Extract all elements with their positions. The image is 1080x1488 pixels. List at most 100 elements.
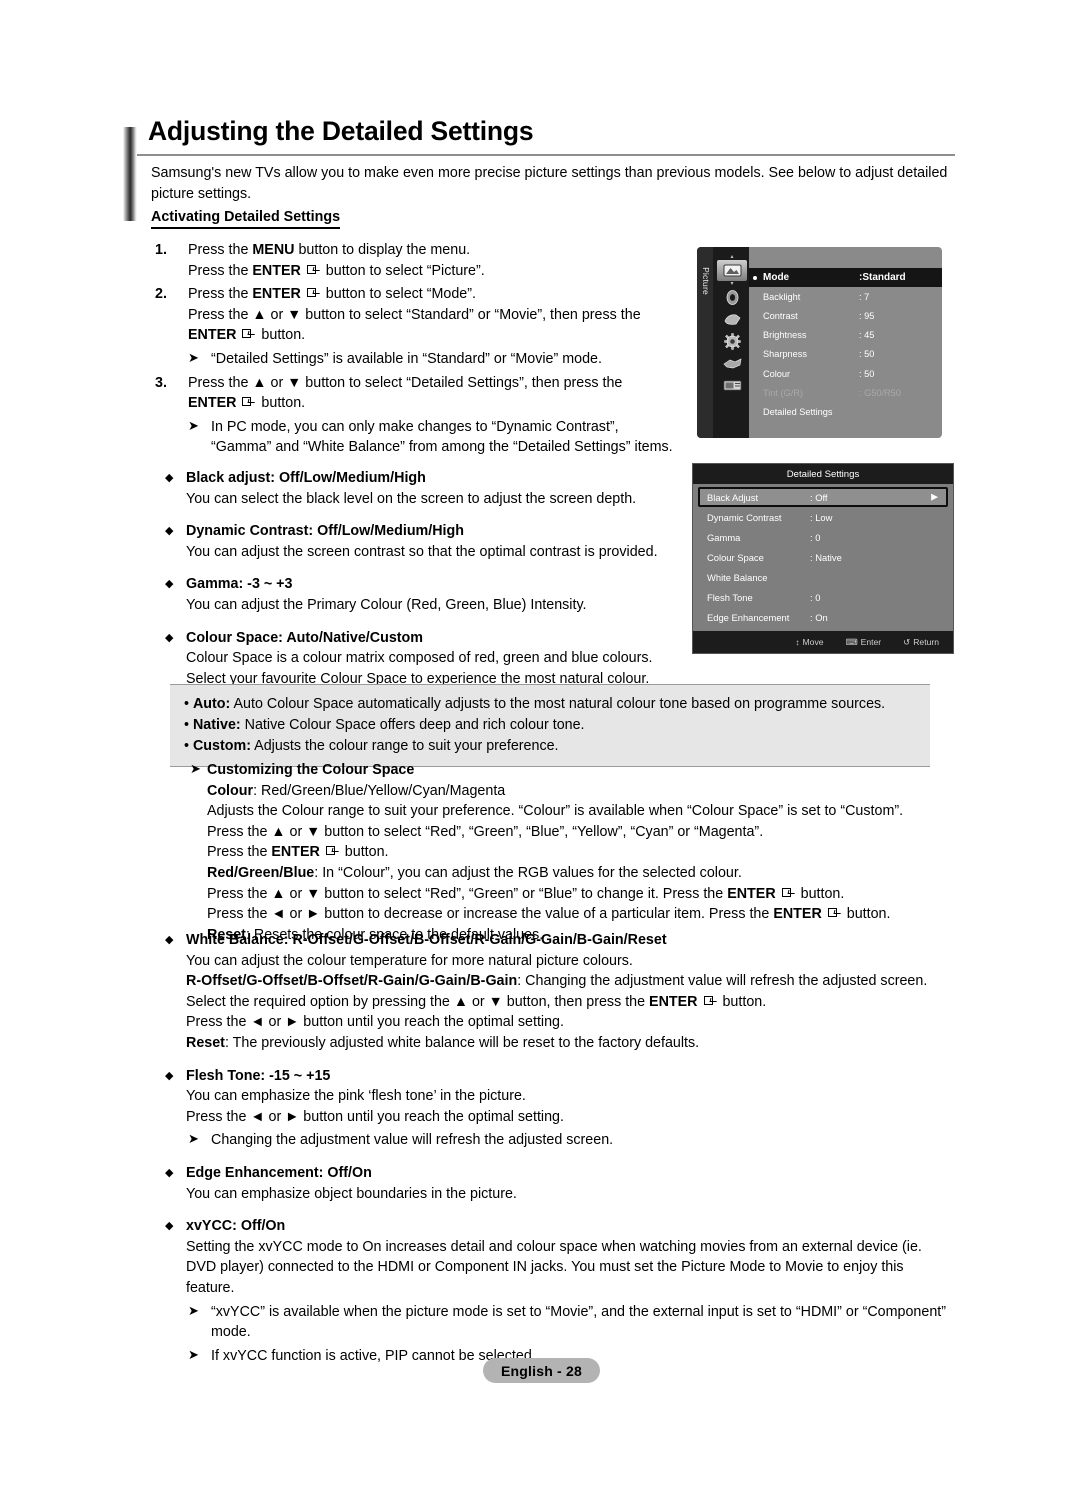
osd-row-value: : On (810, 611, 828, 623)
diamond-bullet-icon: ◆ (165, 1069, 174, 1082)
step-item: 1. Press the MENU button to display the m… (151, 240, 696, 281)
custom-block-line: Press the ▲ or ▼ button to select “Red”,… (207, 884, 950, 905)
osd-picture-row[interactable]: Detailed Settings (749, 402, 942, 421)
osd-hint-label: Enter (860, 637, 882, 647)
osd-detailed-row[interactable]: Edge Enhancement: On (698, 607, 948, 627)
osd-detailed-settings: Detailed Settings Black Adjust: Off ▶ Dyna… (692, 463, 954, 654)
note-text: “Detailed Settings” is available in “Sta… (211, 350, 602, 367)
sound-icon[interactable] (717, 287, 747, 308)
bullet-section: ◆ Flesh Tone: -15 ~ +15 You can emphasize … (151, 1066, 951, 1151)
osd-picture-row[interactable]: Mode:Standard (749, 268, 942, 288)
osd-picture-row[interactable]: Sharpness : 50 (749, 345, 942, 364)
diamond-bullet-icon: ◆ (165, 934, 174, 946)
bullet-body-line: DVD player) connected to the HDMI or Com… (186, 1259, 904, 1276)
bullet-heading: xvYCC: Off/On (186, 1218, 286, 1235)
bullet-body-line: R-Offset/G-Offset/B-Offset/R-Gain/G-Gain… (186, 973, 928, 990)
note-text: “xvYCC” is available when the picture mo… (211, 1303, 946, 1341)
osd-detailed-row[interactable]: Dynamic Contrast: Low (698, 507, 948, 527)
osd-detailed-row[interactable]: Black Adjust: Off ▶ (698, 487, 948, 507)
osd-picture-row[interactable]: Contrast: 95 (749, 306, 942, 325)
step-item: 3. Press the ▲ or ▼ button to select “Det… (151, 373, 696, 414)
osd-detailed-row[interactable]: Colour Space: Native (698, 547, 948, 567)
osd-row-value: : Off (810, 491, 828, 503)
bullet-body-line: Reset: The previously adjusted white bal… (186, 1034, 700, 1051)
step-note: ➤ In PC mode, you can only make changes t… (151, 417, 696, 458)
osd-row-label: Tint (G/R) (763, 387, 803, 398)
callout-term: Auto: (192, 696, 231, 712)
custom-line-text: Adjusts the Colour range to suit your pr… (207, 803, 904, 820)
custom-line-text: : Red/Green/Blue/Yellow/Cyan/Magenta (253, 782, 506, 799)
enter-button-icon (703, 995, 717, 1007)
bullet-note: ➤ Changing the adjustment value will refr… (151, 1130, 951, 1151)
setup-icon[interactable] (717, 331, 747, 352)
osd-row-value: : 50 (859, 349, 875, 360)
bullet-note: ➤ “xvYCC” is available when the picture m… (151, 1302, 951, 1343)
osd-picture-row[interactable]: Colour: 50 (749, 364, 942, 383)
osd-row-label: Colour (763, 368, 791, 379)
osd-row-label: Mode (763, 272, 790, 284)
osd-picture-row[interactable]: Tint (G/R): G50/R50 (749, 383, 942, 402)
step-line: Press the ENTER button to select “Mode”. (188, 286, 476, 303)
step-item: 2. Press the ENTER button to select “Mode… (151, 284, 696, 346)
enter-button-icon (827, 908, 841, 919)
diamond-bullet-icon: ◆ (165, 578, 174, 591)
move-icon: ↕ (795, 637, 800, 647)
osd-detailed-row[interactable]: Flesh Tone: 0 (698, 587, 948, 607)
note-text: “Gamma” and “White Balance” from among t… (211, 439, 673, 456)
channel-icon[interactable] (717, 309, 747, 330)
enter-button-icon (781, 887, 795, 899)
custom-block-line: Red/Green/Blue: In “Colour”, you can adj… (207, 863, 950, 884)
osd-row-value: : 95 (859, 310, 875, 321)
note-text: Changing the adjustment value will refre… (211, 1132, 614, 1149)
callout-term: Custom: (192, 738, 251, 754)
input-icon[interactable] (717, 353, 747, 374)
osd-row-label: Brightness (763, 330, 807, 341)
osd-picture-row[interactable]: Backlight: 7 (749, 287, 942, 306)
osd-row-label: Sharpness (763, 349, 807, 360)
media-icon[interactable] (717, 375, 747, 396)
step-line: ENTER button. (188, 395, 306, 412)
title-divider (137, 154, 955, 156)
bullet-body-line: You can emphasize object boundaries in t… (186, 1185, 517, 1202)
customizing-colour-space-block: ➤ Customizing the Colour Space Colour: R… (190, 760, 950, 945)
custom-block-line: Press the ENTER button. (207, 842, 950, 863)
page-title: Adjusting the Detailed Settings (148, 116, 534, 146)
osd-picture-row[interactable]: Brightness: 45 (749, 326, 942, 345)
enter-button-icon (325, 846, 339, 857)
osd-row-label: Backlight (763, 291, 801, 302)
colour-space-callout: • Auto: Auto Colour Space automatically … (170, 684, 930, 767)
osd-hint-label: Return (913, 637, 939, 647)
osd-icon-column: ▴ ▾ (715, 254, 749, 397)
page-footer-badge: English - 28 (483, 1358, 600, 1383)
note-arrow-icon: ➤ (188, 1131, 199, 1147)
step-number: 1. (155, 242, 167, 258)
callout-bullet-icon: • (184, 696, 193, 712)
intro-paragraph: Samsung's new TVs allow you to make even… (151, 165, 948, 202)
callout-line: • Custom: Adjusts the colour range to su… (184, 736, 916, 757)
osd-detailed-row[interactable]: Gamma: 0 (698, 527, 948, 547)
osd-detailed-row[interactable]: White Balance (698, 567, 948, 587)
osd-row-label: White Balance (707, 571, 768, 583)
osd-picture-rows: Mode:Standard Backlight: 7 Contrast: 95 Bri… (749, 247, 942, 438)
diamond-bullet-icon: ◆ (165, 1220, 174, 1233)
osd-hint-item: ↺ Return (903, 637, 939, 647)
step-number: 3. (155, 374, 167, 391)
bullet-section: ◆ xvYCC: Off/On Setting the xvYCC mode to … (151, 1216, 951, 1366)
callout-text: Adjusts the colour range to suit your pr… (250, 738, 559, 754)
osd-detailed-bottom-bar: ↕ Move ⌨ Enter ↺ Return (693, 631, 953, 653)
bullet-heading: Edge Enhancement: Off/On (186, 1164, 372, 1181)
custom-block-line: Press the ▲ or ▼ button to select “Red”,… (207, 822, 950, 843)
picture-icon[interactable] (717, 260, 747, 281)
custom-block-heading: Customizing the Colour Space (207, 762, 415, 778)
header-accent-bar (123, 127, 137, 221)
diamond-bullet-icon: ◆ (165, 525, 174, 538)
custom-block-lines: Colour: Red/Green/Blue/Yellow/Cyan/Magen… (207, 781, 950, 946)
custom-line-term: Red/Green/Blue (207, 864, 315, 881)
step-line: Press the ▲ or ▼ button to select “Detai… (188, 374, 623, 391)
step-note: ➤ “Detailed Settings” is available in “St… (151, 349, 696, 370)
diamond-bullet-icon: ◆ (165, 1166, 174, 1179)
note-arrow-icon: ➤ (188, 417, 199, 433)
osd-hint-item: ⌨ Enter (846, 637, 882, 647)
callout-term: Native: (192, 717, 241, 733)
note-arrow-icon: ➤ (188, 349, 199, 365)
